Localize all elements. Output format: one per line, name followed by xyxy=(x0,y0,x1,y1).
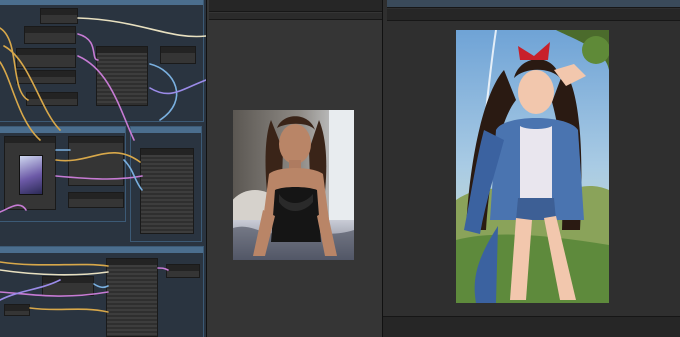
panel-footer xyxy=(383,316,680,337)
panel-header[interactable] xyxy=(387,0,680,8)
node-graph-canvas[interactable] xyxy=(0,0,206,337)
panel-toolbar[interactable] xyxy=(209,13,382,20)
image-preview-portrait[interactable] xyxy=(233,110,354,260)
image-preview-anime-character[interactable] xyxy=(456,30,609,303)
panel-toolbar[interactable] xyxy=(387,9,680,21)
node-connection-wires xyxy=(0,17,206,313)
panel-header[interactable] xyxy=(209,0,382,12)
portrait-image xyxy=(233,110,354,260)
anime-character-image xyxy=(456,30,609,303)
